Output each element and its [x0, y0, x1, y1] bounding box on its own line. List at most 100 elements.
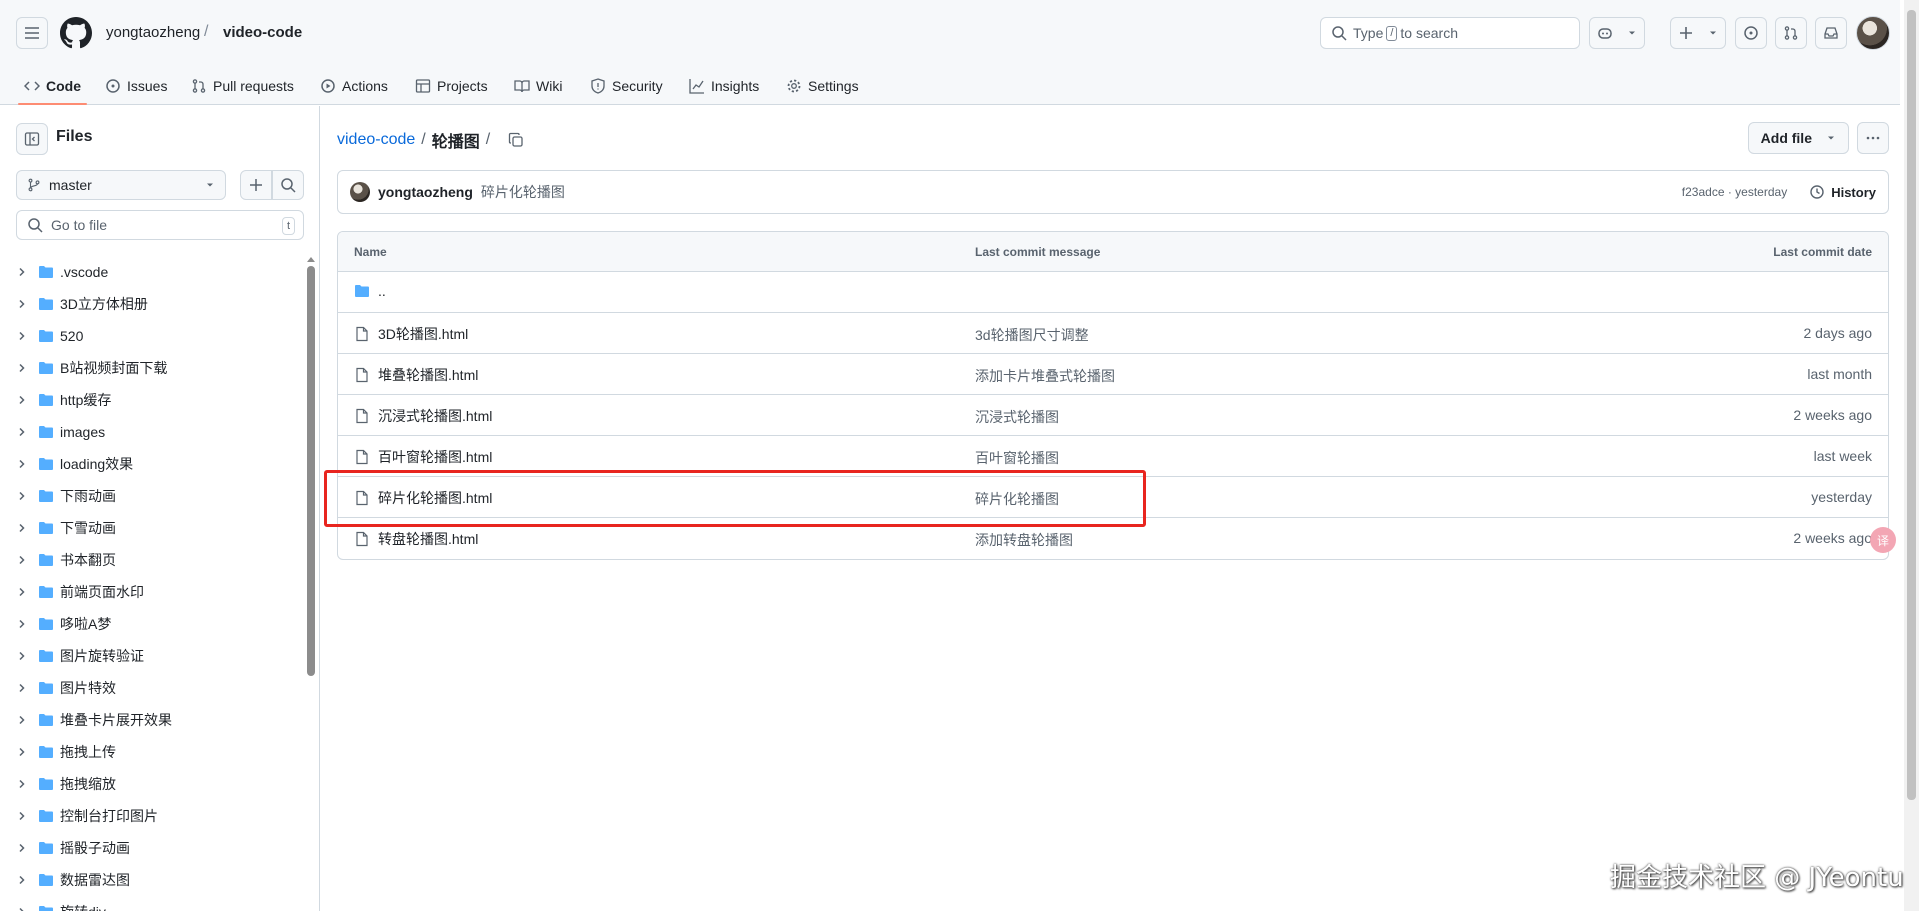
tree-item[interactable]: loading效果: [16, 448, 306, 480]
chevron-right-icon[interactable]: [16, 842, 32, 854]
scroll-up-arrow-icon[interactable]: [307, 256, 315, 264]
add-file-button[interactable]: [240, 170, 272, 200]
commit-hash-time[interactable]: f23adce · yesterday: [1682, 185, 1787, 199]
table-row[interactable]: 转盘轮播图.html 添加转盘轮播图 2 weeks ago: [338, 518, 1888, 559]
chevron-right-icon[interactable]: [16, 906, 32, 911]
file-name-link[interactable]: 碎片化轮播图.html: [354, 488, 492, 508]
commit-author-avatar[interactable]: [350, 182, 370, 202]
chevron-right-icon[interactable]: [16, 778, 32, 790]
file-name-link[interactable]: 转盘轮播图.html: [354, 529, 478, 549]
branch-selector[interactable]: master: [16, 170, 226, 200]
file-commit-message[interactable]: 沉浸式轮播图: [975, 407, 1059, 427]
collapse-sidebar-button[interactable]: [16, 123, 48, 155]
table-row[interactable]: 3D轮播图.html 3d轮播图尺寸调整 2 days ago: [338, 313, 1888, 354]
search-input[interactable]: Type / to search: [1320, 17, 1580, 49]
more-options-button[interactable]: [1857, 122, 1889, 154]
chevron-right-icon[interactable]: [16, 394, 32, 406]
file-commit-message[interactable]: 添加转盘轮播图: [975, 530, 1073, 550]
tree-item[interactable]: 3D立方体相册: [16, 288, 306, 320]
go-to-file-input[interactable]: Go to file t: [16, 210, 304, 240]
table-row[interactable]: 百叶窗轮播图.html 百叶窗轮播图 last week: [338, 436, 1888, 477]
notifications-button[interactable]: [1815, 17, 1847, 49]
user-avatar[interactable]: [1856, 16, 1890, 50]
tab-settings[interactable]: Settings: [786, 66, 859, 105]
breadcrumb-owner[interactable]: yongtaozheng: [106, 24, 200, 41]
tab-projects[interactable]: Projects: [415, 66, 488, 105]
tree-item[interactable]: 图片旋转验证: [16, 640, 306, 672]
tab-code[interactable]: Code: [18, 66, 87, 105]
tree-item[interactable]: 拖拽上传: [16, 736, 306, 768]
chevron-right-icon[interactable]: [16, 746, 32, 758]
chevron-right-icon[interactable]: [16, 522, 32, 534]
your-pull-requests-button[interactable]: [1775, 17, 1807, 49]
chevron-right-icon[interactable]: [16, 298, 32, 310]
file-commit-message[interactable]: 百叶窗轮播图: [975, 448, 1059, 468]
sidebar-scrollbar[interactable]: [307, 256, 315, 776]
translate-float-button[interactable]: 译: [1870, 527, 1896, 553]
tree-item[interactable]: 前端页面水印: [16, 576, 306, 608]
chevron-right-icon[interactable]: [16, 458, 32, 470]
chevron-right-icon[interactable]: [16, 618, 32, 630]
path-repo-link[interactable]: video-code: [337, 131, 415, 149]
tree-item[interactable]: 控制台打印图片: [16, 800, 306, 832]
page-scrollbar-thumb[interactable]: [1907, 10, 1916, 800]
tree-item[interactable]: 哆啦A梦: [16, 608, 306, 640]
tree-item[interactable]: 堆叠卡片展开效果: [16, 704, 306, 736]
file-commit-message[interactable]: 碎片化轮播图: [975, 489, 1059, 509]
tab-pull-requests[interactable]: Pull requests: [191, 66, 294, 105]
chevron-right-icon[interactable]: [16, 490, 32, 502]
table-row[interactable]: 堆叠轮播图.html 添加卡片堆叠式轮播图 last month: [338, 354, 1888, 395]
parent-directory-link[interactable]: ..: [354, 283, 386, 299]
sidebar-scrollbar-thumb[interactable]: [307, 266, 315, 676]
tree-item[interactable]: 书本翻页: [16, 544, 306, 576]
copy-path-icon[interactable]: [508, 132, 524, 148]
chevron-right-icon[interactable]: [16, 714, 32, 726]
tree-item[interactable]: B站视频封面下载: [16, 352, 306, 384]
breadcrumb-repo[interactable]: video-code: [223, 24, 302, 41]
tree-item[interactable]: http缓存: [16, 384, 306, 416]
chevron-right-icon[interactable]: [16, 362, 32, 374]
tree-item[interactable]: .vscode: [16, 256, 306, 288]
chevron-right-icon[interactable]: [16, 650, 32, 662]
tab-insights[interactable]: Insights: [689, 66, 759, 105]
tree-item[interactable]: 图片特效: [16, 672, 306, 704]
search-files-button[interactable]: [272, 170, 304, 200]
commit-author[interactable]: yongtaozheng: [378, 184, 473, 200]
menu-button[interactable]: [16, 17, 48, 49]
create-new-button[interactable]: [1670, 17, 1726, 49]
page-scrollbar[interactable]: [1904, 0, 1919, 911]
tree-item[interactable]: 旋转div: [16, 896, 306, 911]
chevron-right-icon[interactable]: [16, 426, 32, 438]
file-name-link[interactable]: 百叶窗轮播图.html: [354, 447, 492, 467]
tree-item[interactable]: 数据雷达图: [16, 864, 306, 896]
chevron-right-icon[interactable]: [16, 266, 32, 278]
tab-actions[interactable]: Actions: [320, 66, 388, 105]
chevron-right-icon[interactable]: [16, 554, 32, 566]
your-issues-button[interactable]: [1735, 17, 1767, 49]
tab-wiki[interactable]: Wiki: [514, 66, 562, 105]
chevron-right-icon[interactable]: [16, 586, 32, 598]
file-name-link[interactable]: 3D轮播图.html: [354, 324, 468, 344]
tree-item[interactable]: 520: [16, 320, 306, 352]
add-file-dropdown[interactable]: Add file: [1747, 122, 1849, 154]
commit-message[interactable]: 碎片化轮播图: [481, 182, 565, 202]
chevron-right-icon[interactable]: [16, 330, 32, 342]
copilot-button[interactable]: [1589, 17, 1645, 49]
file-name-link[interactable]: 堆叠轮播图.html: [354, 365, 478, 385]
parent-directory-row[interactable]: ..: [338, 272, 1888, 313]
chevron-right-icon[interactable]: [16, 874, 32, 886]
tree-item[interactable]: 下雨动画: [16, 480, 306, 512]
tab-security[interactable]: Security: [590, 66, 663, 105]
table-row[interactable]: 碎片化轮播图.html 碎片化轮播图 yesterday: [338, 477, 1888, 518]
history-button[interactable]: History: [1809, 184, 1876, 200]
file-commit-message[interactable]: 添加卡片堆叠式轮播图: [975, 366, 1115, 386]
tree-item[interactable]: 拖拽缩放: [16, 768, 306, 800]
tab-issues[interactable]: Issues: [105, 66, 167, 105]
tree-item[interactable]: 摇骰子动画: [16, 832, 306, 864]
tree-item[interactable]: 下雪动画: [16, 512, 306, 544]
chevron-right-icon[interactable]: [16, 682, 32, 694]
tree-item[interactable]: images: [16, 416, 306, 448]
file-commit-message[interactable]: 3d轮播图尺寸调整: [975, 325, 1089, 345]
github-logo-icon[interactable]: [60, 17, 92, 49]
file-name-link[interactable]: 沉浸式轮播图.html: [354, 406, 492, 426]
